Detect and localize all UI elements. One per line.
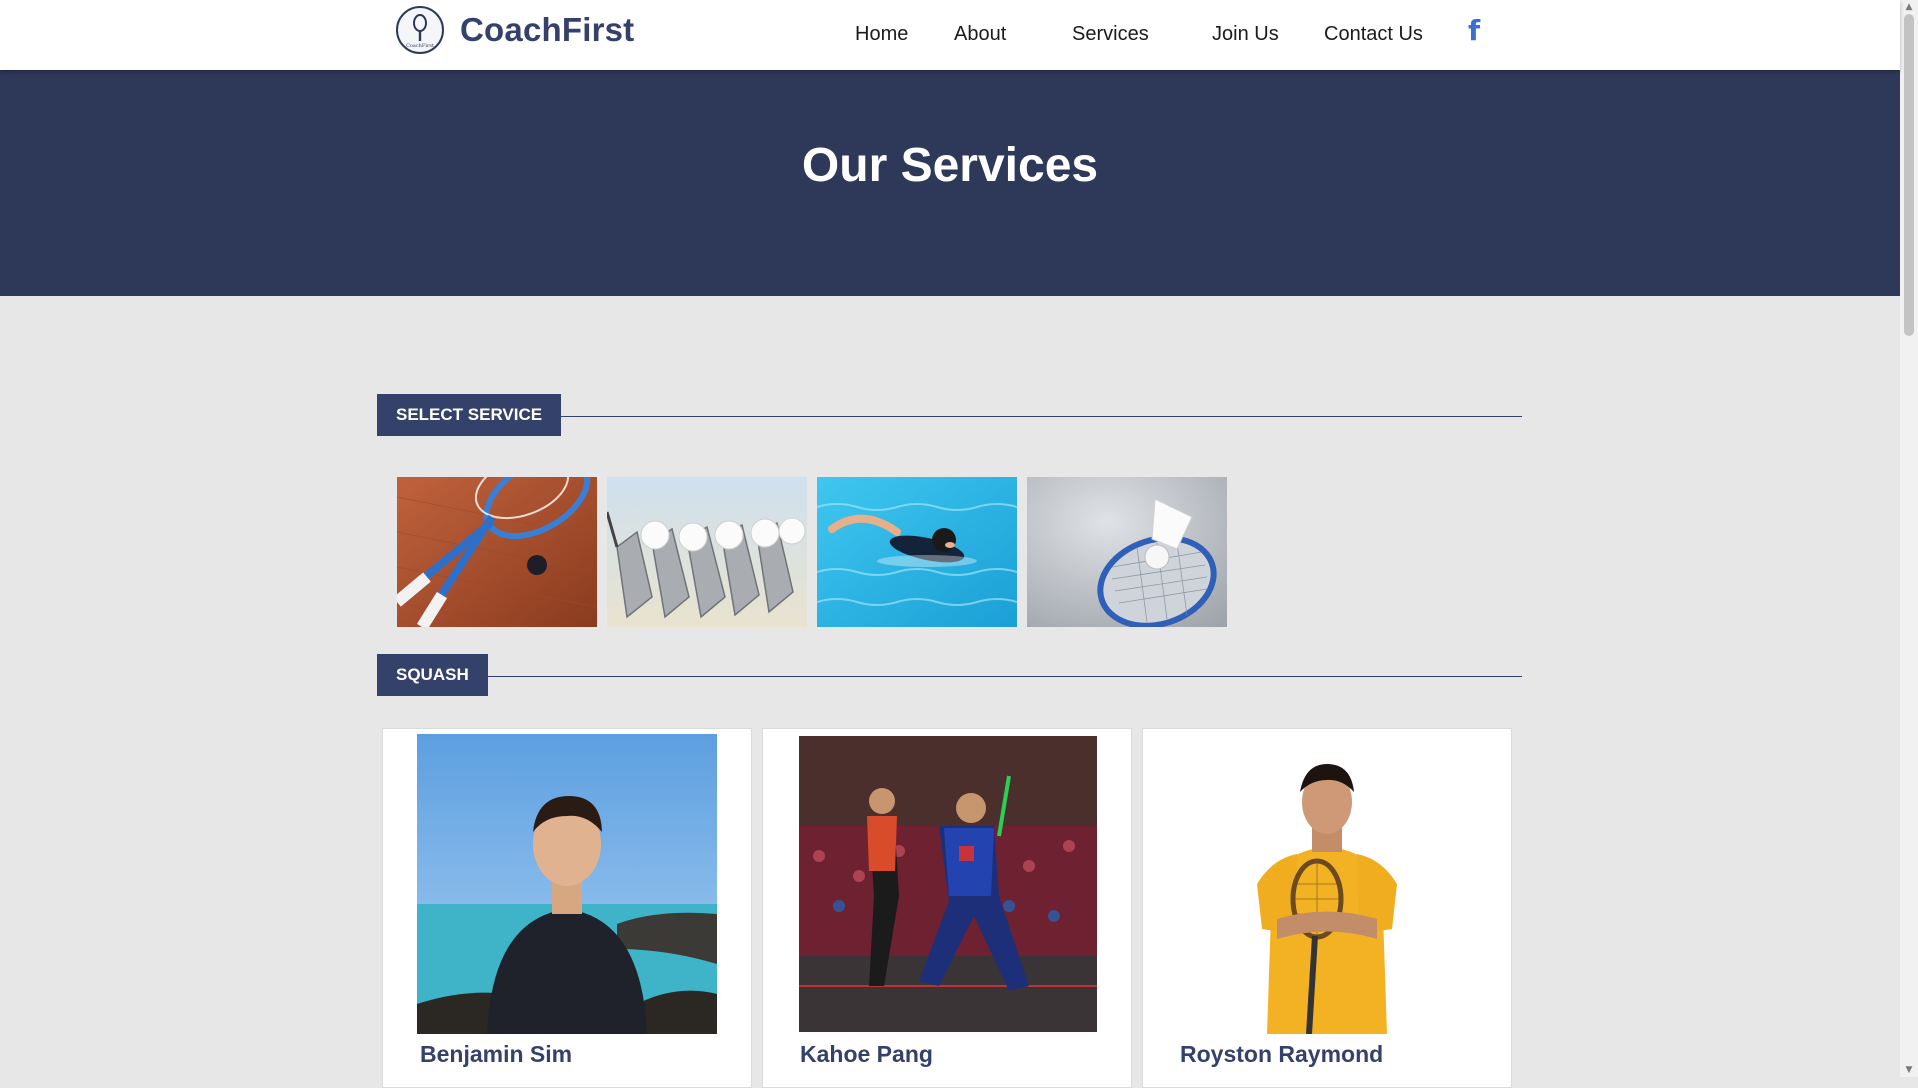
nav-join-us[interactable]: Join Us (1212, 22, 1279, 46)
service-thumb-squash[interactable] (397, 477, 597, 627)
racket-logo-icon[interactable]: CoachFirst (396, 6, 444, 54)
coach-photo (1177, 734, 1477, 1034)
coach-photo (799, 736, 1097, 1032)
svg-text:CoachFirst: CoachFirst (406, 43, 434, 49)
coach-card-kahoe-pang[interactable]: Kahoe Pang (762, 728, 1132, 1088)
page-scrollbar[interactable]: ▲ ▼ (1900, 0, 1918, 1077)
section-divider (487, 676, 1522, 677)
shuttlecock-image (1027, 477, 1227, 627)
swimmer-image (817, 477, 1017, 627)
squash-rackets-image (397, 477, 597, 627)
section-divider (555, 416, 1522, 417)
nav-contact-us[interactable]: Contact Us (1324, 22, 1423, 46)
scroll-up-icon[interactable]: ▲ (1900, 0, 1918, 14)
coach-name: Benjamin Sim (420, 1041, 573, 1067)
service-thumb-swimming[interactable] (817, 477, 1017, 627)
facebook-icon[interactable]: f (1468, 16, 1480, 46)
golf-clubs-image (607, 477, 807, 627)
coach-name: Royston Raymond (1180, 1041, 1384, 1067)
nav-home[interactable]: Home (855, 22, 908, 46)
nav-services[interactable]: Services (1072, 22, 1149, 46)
service-thumb-golf[interactable] (607, 477, 807, 627)
scroll-down-icon[interactable]: ▼ (1900, 1063, 1918, 1077)
coach-photo (417, 734, 717, 1034)
squash-section-label: SQUASH (377, 654, 488, 696)
brand-name[interactable]: CoachFirst (460, 10, 634, 50)
coach-card-royston-raymond[interactable]: Royston Raymond (1142, 728, 1512, 1088)
coach-name: Kahoe Pang (800, 1041, 933, 1067)
scroll-thumb[interactable] (1904, 14, 1914, 336)
select-service-label: SELECT SERVICE (377, 394, 562, 436)
coach-card-benjamin-sim[interactable]: Benjamin Sim (382, 728, 752, 1088)
nav-about[interactable]: About (954, 22, 1006, 46)
page-title: Our Services (801, 139, 1099, 192)
service-thumb-badminton[interactable] (1027, 477, 1227, 627)
site-header: CoachFirst CoachFirst Home About Service… (0, 0, 1900, 70)
